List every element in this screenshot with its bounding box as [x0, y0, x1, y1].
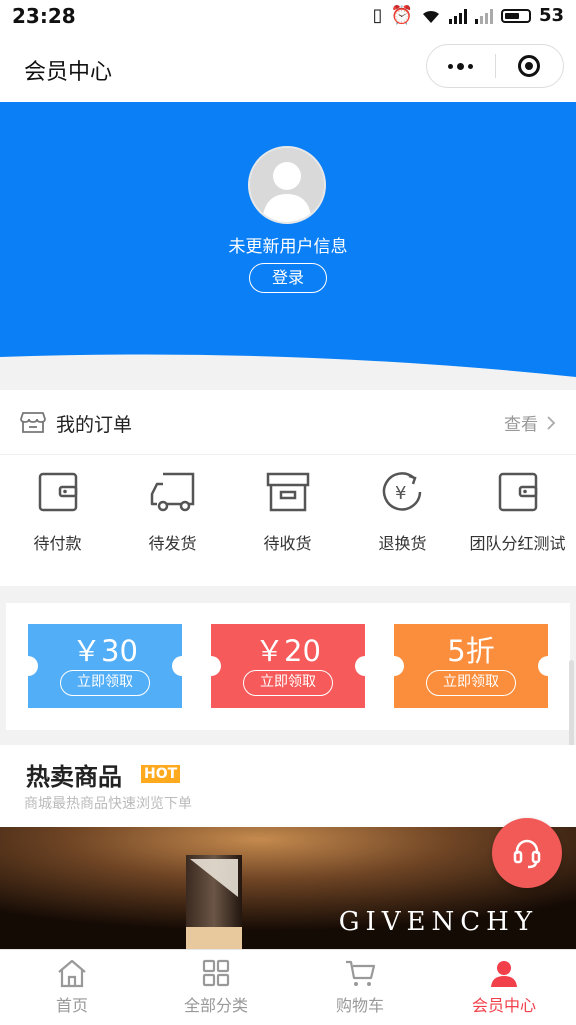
order-pending-payment[interactable]: 待付款: [0, 470, 115, 554]
hot-products-header: 热卖商品 HOT 商城最热商品快速浏览下单: [0, 745, 576, 827]
order-pending-receipt[interactable]: 待收货: [230, 470, 345, 554]
grid-icon: [202, 959, 230, 987]
coupon-20[interactable]: ￥20 立即领取: [201, 624, 375, 708]
order-pending-shipment[interactable]: 待发货: [115, 470, 230, 554]
battery-icon: [500, 8, 531, 23]
tab-member-center[interactable]: 会员中心: [432, 958, 576, 1016]
claim-coupon-button[interactable]: 立即领取: [60, 670, 150, 696]
hot-subtitle: 商城最热商品快速浏览下单: [24, 796, 192, 812]
more-dots-icon: [448, 62, 474, 70]
close-button[interactable]: [496, 45, 564, 87]
order-item-label: 待付款: [33, 534, 82, 553]
order-item-label: 团队分红测试: [469, 534, 566, 553]
wifi-icon: [422, 10, 439, 23]
order-item-label: 待收货: [263, 534, 312, 553]
coupon-amount: ￥30: [72, 634, 138, 668]
login-button[interactable]: 登录: [249, 263, 327, 293]
battery-level: 53: [538, 5, 564, 26]
orders-header[interactable]: 我的订单 查看: [0, 390, 576, 455]
order-team-dividend[interactable]: 团队分红测试: [460, 470, 575, 554]
order-item-label: 退换货: [378, 534, 427, 553]
truck-icon: [150, 472, 194, 512]
tab-label: 会员中心: [471, 996, 536, 1015]
tab-label: 全部分类: [183, 996, 248, 1015]
view-all-link[interactable]: 查看: [504, 410, 556, 435]
customer-service-button[interactable]: [492, 818, 562, 888]
status-icons: ▯ ⏰ 53: [373, 5, 564, 26]
status-bar: 23:28 ▯ ⏰ 53: [0, 0, 576, 34]
brand-logo: GIVENCHY: [338, 907, 538, 937]
order-returns[interactable]: ¥ 退换货: [345, 470, 460, 554]
svg-text:¥: ¥: [395, 483, 406, 504]
vibrate-icon: ▯: [372, 5, 383, 26]
clock: 23:28: [12, 4, 76, 28]
store-icon: [20, 412, 46, 433]
tab-label: 首页: [55, 996, 88, 1015]
product-banner[interactable]: GIVENCHY: [0, 827, 576, 949]
signal-4g-icon: [474, 8, 493, 24]
orders-title: 我的订单: [56, 414, 133, 436]
bottom-tab-bar: 首页 全部分类 购物车 会员中心: [0, 949, 576, 1025]
yen-refresh-icon: ¥: [382, 472, 421, 511]
coupon-30[interactable]: ￥30 立即领取: [18, 624, 192, 708]
tab-home[interactable]: 首页: [0, 958, 144, 1016]
chevron-right-icon: [547, 415, 556, 430]
user-info-text: 未更新用户信息: [228, 237, 348, 257]
tab-cart[interactable]: 购物车: [288, 958, 432, 1016]
tab-categories[interactable]: 全部分类: [144, 958, 288, 1016]
claim-coupon-button[interactable]: 立即领取: [243, 670, 333, 696]
coupon-amount: ￥20: [255, 634, 321, 668]
cart-icon: [346, 960, 376, 986]
user-icon: [491, 961, 517, 987]
headset-icon: [513, 839, 541, 869]
view-all-label: 查看: [504, 415, 538, 435]
wallet-icon: [498, 472, 537, 512]
hot-title: 热卖商品: [26, 763, 122, 791]
nav-bar: 会员中心: [0, 34, 576, 102]
order-item-label: 待发货: [148, 534, 197, 553]
home-icon: [58, 959, 86, 988]
alarm-icon: ⏰: [390, 5, 413, 26]
tab-label: 购物车: [335, 996, 384, 1015]
hot-badge: HOT: [141, 765, 181, 783]
coupons-panel: ￥30 立即领取 ￥20 立即领取 5折 立即领取: [6, 603, 570, 730]
mini-program-capsule: [426, 44, 564, 88]
wallet-icon: [38, 472, 77, 512]
default-user-icon: [262, 162, 312, 222]
avatar[interactable]: [248, 146, 326, 224]
more-button[interactable]: [427, 45, 495, 87]
coupon-discount[interactable]: 5折 立即领取: [384, 624, 558, 708]
box-icon: [266, 472, 309, 512]
page-title: 会员中心: [24, 60, 113, 85]
coupon-amount: 5折: [447, 634, 495, 668]
target-close-icon: [518, 55, 541, 77]
my-orders-panel: 我的订单 查看 待付款 待发货 待收货 ¥ 退换货 团队分红测试: [0, 390, 576, 586]
claim-coupon-button[interactable]: 立即领取: [426, 670, 516, 696]
signal-icon: [448, 8, 467, 24]
